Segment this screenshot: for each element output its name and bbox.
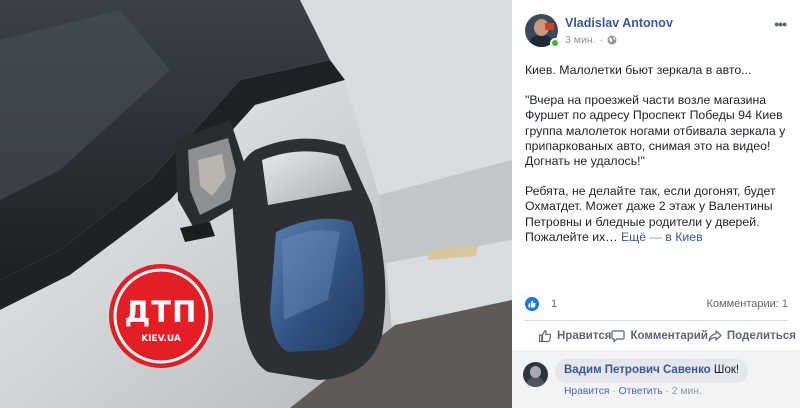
post-paragraph: Киев. Малолетки бьют зеркала в авто...: [525, 63, 752, 77]
comment-button[interactable]: Комментарий: [611, 329, 708, 343]
post-paragraph: Ребята, не делайте так, если догонят, бу…: [525, 184, 790, 245]
see-more-link[interactable]: Ещё: [621, 230, 646, 244]
thumbs-up-icon[interactable]: [525, 297, 539, 311]
comment-label: Комментарий: [630, 330, 708, 342]
comment-time[interactable]: 2 мин.: [672, 386, 702, 397]
ellipsis-icon[interactable]: •••: [774, 16, 787, 32]
commenter-avatar[interactable]: [523, 362, 548, 387]
place-separator: —: [649, 229, 662, 244]
dtp-logo-text: ДТП: [124, 295, 198, 329]
like-label: Нравится: [557, 330, 612, 342]
reactions-bar: 1 Комментарии: 1: [525, 297, 788, 313]
author-name[interactable]: Vladislav Antonov: [565, 16, 673, 30]
share-arrow-icon: [708, 330, 722, 342]
reactions-count[interactable]: 1: [551, 298, 557, 310]
post-text: Киев. Малолетки бьют зеркала в авто... "…: [525, 63, 790, 260]
place-link[interactable]: в Киев: [665, 230, 702, 244]
post-actions: Нравится Комментарий Поделиться: [524, 322, 796, 350]
post-paragraph: "Вчера на проезжей части возле магазина …: [525, 93, 786, 169]
divider: [524, 320, 788, 321]
globe-icon[interactable]: [607, 35, 617, 45]
post-header: Vladislav Antonov 3 мин. · •••: [525, 14, 790, 50]
like-button[interactable]: Нравится: [538, 329, 611, 343]
car-mirror-photo: [0, 0, 512, 408]
comment-reply-link[interactable]: Ответить: [619, 386, 663, 397]
comments-section: Вадим Петрович Савенко Шок! Нравится · О…: [512, 350, 800, 408]
comment-bubble: Вадим Петрович Савенко Шок!: [555, 359, 749, 383]
post-time[interactable]: 3 мин.: [565, 34, 596, 46]
dtp-site-text: KIEV.UA: [141, 334, 181, 344]
post-photo[interactable]: ДТП KIEV.UA: [0, 0, 512, 408]
thumbs-up-icon: [538, 330, 552, 343]
dtp-watermark: ДТП KIEV.UA: [107, 262, 215, 370]
comment-like-link[interactable]: Нравится: [564, 386, 609, 397]
comment-text: Шок!: [713, 364, 740, 376]
post-panel: Vladislav Antonov 3 мин. · ••• Киев. Мал…: [512, 0, 800, 408]
commenter-name[interactable]: Вадим Петрович Савенко: [564, 364, 711, 376]
online-status-icon: [550, 38, 560, 48]
comments-count[interactable]: Комментарии: 1: [706, 298, 788, 310]
share-button[interactable]: Поделиться: [708, 329, 796, 343]
speech-bubble-icon: [611, 330, 626, 343]
share-label: Поделиться: [726, 330, 796, 342]
comment-meta: Нравится · Ответить · 2 мин.: [564, 386, 702, 397]
post-meta: 3 мин. ·: [565, 34, 617, 46]
post-viewer: ДТП KIEV.UA Vladislav Antonov 3 мин. · •…: [0, 0, 800, 408]
